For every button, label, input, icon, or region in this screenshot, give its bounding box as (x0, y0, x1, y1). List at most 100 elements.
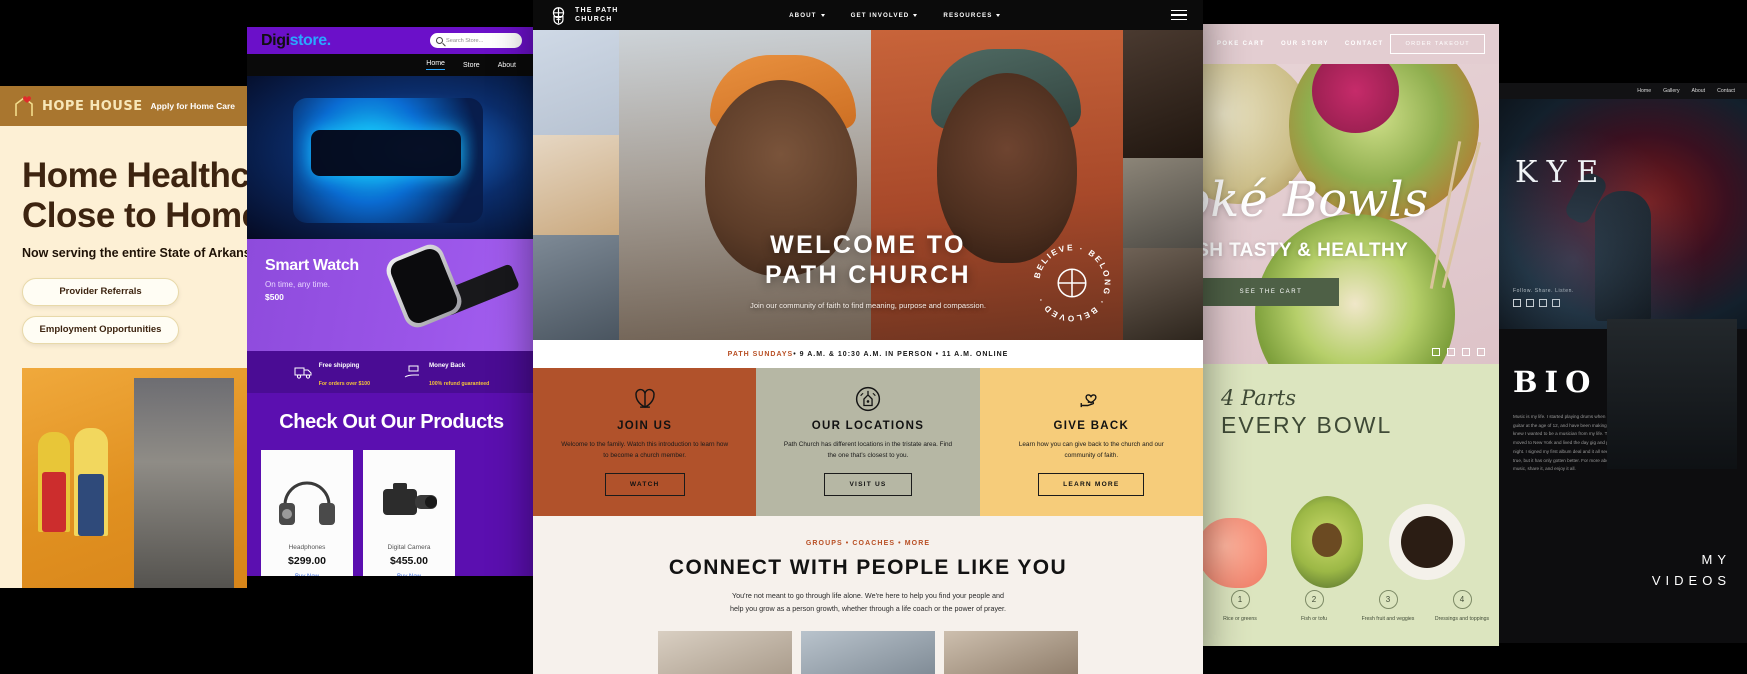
church-shield-logo-icon (549, 6, 568, 25)
youtube-icon[interactable] (1539, 299, 1547, 307)
twitter-icon[interactable] (1526, 299, 1534, 307)
nav-item-get-involved[interactable]: GET INVOLVED (851, 12, 918, 19)
social-icon-row[interactable] (1513, 299, 1574, 307)
products-section-title: Check Out Our Products (279, 411, 504, 433)
step-item: 2 Fish or tofu (1277, 590, 1351, 622)
hope-house-hero-photo (22, 368, 247, 588)
card-title: OUR LOCATIONS (811, 420, 925, 432)
step-item: 4 Dressings and toppings (1425, 590, 1499, 622)
smart-watch-promo[interactable]: Smart Watch On time, any time. $500 (247, 239, 536, 351)
nav-item-contact[interactable]: CONTACT (1345, 41, 1384, 47)
four-parts-step-list: 1 Rice or greens 2 Fish or tofu 3 Fresh … (1203, 590, 1499, 622)
nav-item-poke-cart[interactable]: POKE CART (1217, 41, 1265, 47)
website-preview-hope-house[interactable]: HOPE HOUSE Apply for Home Care Home Heal… (0, 86, 247, 588)
product-card[interactable]: Headphones $299.00 Buy Now (261, 450, 353, 576)
hope-house-cta-group: Provider Referrals Employment Opportunit… (22, 277, 225, 344)
card-title: GIVE BACK (1053, 420, 1130, 432)
nav-item-contact[interactable]: Contact (1717, 88, 1735, 94)
card-title: JOIN US (617, 420, 673, 432)
product-card[interactable]: Digital Camera $455.00 Buy Now (363, 450, 455, 576)
watch-face (382, 240, 466, 332)
hope-house-logo[interactable]: HOPE HOUSE (12, 94, 143, 118)
nav-item-about[interactable]: ABOUT (789, 12, 825, 19)
connect-thumbnail[interactable] (944, 631, 1078, 674)
buy-now-link[interactable]: Buy Now (295, 574, 319, 576)
see-the-cart-button[interactable]: SEE THE CART (1203, 278, 1339, 306)
facebook-icon[interactable] (1513, 299, 1521, 307)
nav-item-gallery[interactable]: Gallery (1663, 88, 1679, 94)
website-preview-poke-cart[interactable]: POKE CART OUR STORY CONTACT ORDER TAKEOU… (1203, 24, 1499, 646)
action-card-our-locations[interactable]: OUR LOCATIONS Path Church has different … (756, 368, 980, 516)
connect-thumbnail[interactable] (658, 631, 792, 674)
step-caption: Rice or greens (1223, 616, 1257, 622)
connect-section: GROUPS • COACHES • MORE CONNECT WITH PEO… (533, 516, 1203, 674)
step-item: 3 Fresh fruit and veggies (1351, 590, 1425, 622)
instagram-icon[interactable] (1552, 299, 1560, 307)
praying-hands-icon (632, 386, 658, 412)
brand-line-1: THE PATH (575, 6, 619, 14)
digistore-products-section: Check Out Our Products Headphones $299.0… (247, 393, 536, 576)
step-number: 1 (1230, 590, 1250, 609)
chevron-down-icon (820, 13, 825, 17)
action-card-give-back[interactable]: GIVE BACK Learn how you can give back to… (979, 368, 1203, 516)
hamburger-menu-icon[interactable] (1170, 9, 1187, 21)
digistore-hero-vr-image (247, 76, 536, 239)
hope-house-headline-line2: Close to Home (22, 195, 247, 235)
delivery-truck-icon (294, 365, 313, 379)
poke-hero: Poké Bowls FRESH TASTY & HEALTHY SEE THE… (1203, 64, 1499, 364)
employment-opportunities-button[interactable]: Employment Opportunities (22, 315, 179, 344)
nav-item-about[interactable]: About (498, 62, 516, 69)
website-preview-digistore[interactable]: Digistore. Search Store... Home Store Ab… (247, 27, 536, 576)
action-card-join-us[interactable]: JOIN US Welcome to the family. Watch thi… (533, 368, 757, 516)
service-times-highlight: PATH SUNDAYS (727, 350, 794, 358)
card-body: Path Church has different locations in t… (783, 441, 953, 459)
digistore-search-input[interactable]: Search Store... (430, 33, 522, 48)
website-preview-kye[interactable]: Home Gallery About Contact KYE Follow. S… (1499, 83, 1747, 643)
poke-hero-script-title: Poké Bowls (1203, 172, 1429, 228)
step-number: 3 (1378, 590, 1398, 609)
yelp-icon[interactable] (1462, 348, 1470, 356)
musician-silhouette (1595, 191, 1651, 321)
digistore-header: Digistore. Search Store... (247, 27, 536, 54)
nav-item-resources[interactable]: RESOURCES (943, 12, 1001, 19)
visit-us-button[interactable]: VISIT US (824, 473, 912, 497)
smart-watch-photo (378, 240, 528, 351)
hamburger-line (1170, 9, 1187, 12)
path-church-logo[interactable]: THE PATH CHURCH (549, 6, 619, 25)
facebook-icon[interactable] (1432, 348, 1440, 356)
nav-item-about[interactable]: About (1692, 88, 1706, 94)
apply-for-home-care-link[interactable]: Apply for Home Care (150, 101, 235, 111)
provider-referrals-button[interactable]: Provider Referrals (22, 277, 179, 306)
order-takeout-button[interactable]: ORDER TAKEOUT (1390, 34, 1485, 54)
product-name: Digital Camera (387, 544, 431, 551)
nav-item-our-story[interactable]: OUR STORY (1281, 41, 1329, 47)
person-photo-left (38, 432, 70, 532)
feature-title-money: Money Back (429, 362, 466, 369)
nav-item-store[interactable]: Store (463, 62, 480, 69)
product-card-list: Headphones $299.00 Buy Now Digital Camer… (247, 450, 536, 576)
connect-thumbnail[interactable] (801, 631, 935, 674)
connect-paragraph-line2: help you grow as a person growth, whethe… (729, 603, 1007, 613)
heart-in-hand-icon (1078, 386, 1104, 412)
my-videos-heading: MY VIDEOS (1652, 550, 1731, 592)
hope-house-headline-line1: Home Healthcare (22, 156, 247, 195)
hope-house-hero: Home Healthcare Close to Home Now servin… (0, 126, 247, 344)
money-back-hand-icon (404, 365, 423, 379)
digital-camera-photo (373, 462, 445, 540)
template-showcase-stage: HOPE HOUSE Apply for Home Care Home Heal… (0, 0, 1747, 674)
brand-line-2: CHURCH (575, 16, 613, 23)
digistore-logo[interactable]: Digistore. (261, 32, 331, 50)
nav-item-home[interactable]: Home (1637, 88, 1651, 94)
connect-eyebrow: GROUPS • COACHES • MORE (805, 540, 931, 547)
website-preview-path-church[interactable]: THE PATH CHURCH ABOUT GET INVOLVED RESOU… (533, 0, 1203, 674)
hero-photo-tile (533, 30, 619, 135)
watch-button[interactable]: WATCH (604, 473, 685, 497)
kye-hero: KYE Follow. Share. Listen. (1499, 99, 1747, 329)
instagram-icon[interactable] (1447, 348, 1455, 356)
nav-item-home[interactable]: Home (426, 60, 445, 70)
feature-sub-money: 100% refund guaranteed (429, 381, 490, 387)
poke-social-row[interactable] (1432, 348, 1485, 356)
buy-now-link[interactable]: Buy Now (397, 574, 421, 576)
mail-icon[interactable] (1477, 348, 1485, 356)
learn-more-button[interactable]: LEARN MORE (1038, 473, 1145, 497)
